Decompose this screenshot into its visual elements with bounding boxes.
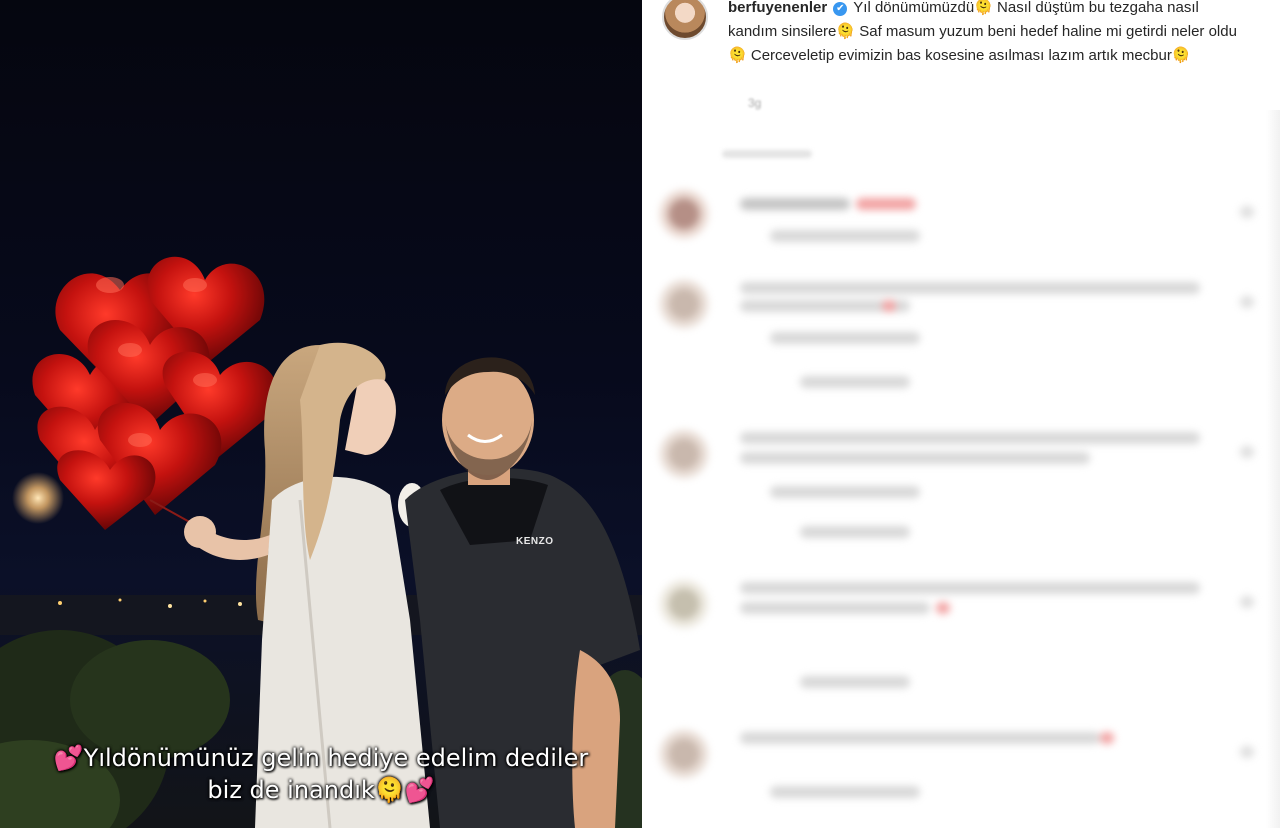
melting-face-icon: 🫠: [974, 0, 993, 16]
list-item[interactable]: [660, 270, 1260, 400]
caption-part-4: Cerceveletip evimizin bas kosesine asılm…: [750, 47, 1172, 64]
melting-face-icon: 🫠: [836, 23, 856, 40]
heart-icon[interactable]: [1240, 596, 1254, 608]
post-photo[interactable]: KENZO 💕Yıldönümünüz gelin hediye edelim …: [0, 0, 642, 828]
heart-icon[interactable]: [1240, 746, 1254, 758]
heart-icon[interactable]: [1240, 206, 1254, 218]
caption-line-1-text: Yıldönümünüz gelin hediye edelim dediler: [83, 744, 589, 772]
avatar: [660, 430, 708, 478]
photo-scene: [0, 256, 642, 828]
avatar: [660, 190, 708, 238]
caption-part-1: Yıl dönümümüzdü: [853, 0, 975, 16]
caption-line-2: biz de inandık🫠💕: [0, 774, 642, 806]
post-caption: berfuyenenler ✔ Yıl dönümümüzdü🫠 Nasıl d…: [728, 0, 1248, 68]
verified-badge-icon: ✔: [833, 2, 848, 16]
list-item[interactable]: [660, 570, 1260, 700]
avatar: [660, 280, 708, 328]
two-hearts-icon: 💕: [404, 776, 435, 804]
heart-balloons: [32, 256, 277, 530]
caption-part-3: Saf masum yuzum beni hedef haline mi get…: [859, 23, 1237, 40]
list-item[interactable]: [660, 420, 1260, 550]
blurred-divider: [722, 150, 812, 158]
shirt-logo: KENZO: [516, 536, 554, 547]
caption-line-1: 💕Yıldönümünüz gelin hediye edelim dedile…: [0, 742, 642, 774]
melting-face-icon: 🫠: [728, 47, 747, 64]
comments-panel[interactable]: berfuyenenler ✔ Yıl dönümümüzdü🫠 Nasıl d…: [642, 0, 1280, 828]
post-caption-header: berfuyenenler ✔ Yıl dönümümüzdü🫠 Nasıl d…: [662, 0, 1272, 120]
two-hearts-icon: 💕: [53, 744, 84, 772]
caption-line-2-text: biz de inandık: [207, 776, 375, 804]
panel-edge-shadow: [1266, 110, 1280, 828]
list-item[interactable]: [660, 720, 1260, 828]
avatar: [660, 730, 708, 778]
heart-icon[interactable]: [1240, 296, 1254, 308]
username-link[interactable]: berfuyenenler: [728, 0, 827, 16]
heart-icon[interactable]: [1240, 446, 1254, 458]
moon: [12, 472, 64, 524]
melting-face-icon: 🫠: [1171, 47, 1191, 64]
avatar[interactable]: [662, 0, 708, 40]
post-timestamp: 3g: [748, 96, 762, 110]
avatar: [660, 580, 708, 628]
melting-face-icon: 🫠: [374, 776, 405, 804]
blurred-comment-list: [642, 170, 1280, 828]
video-caption-overlay: 💕Yıldönümünüz gelin hediye edelim dedile…: [0, 742, 642, 806]
